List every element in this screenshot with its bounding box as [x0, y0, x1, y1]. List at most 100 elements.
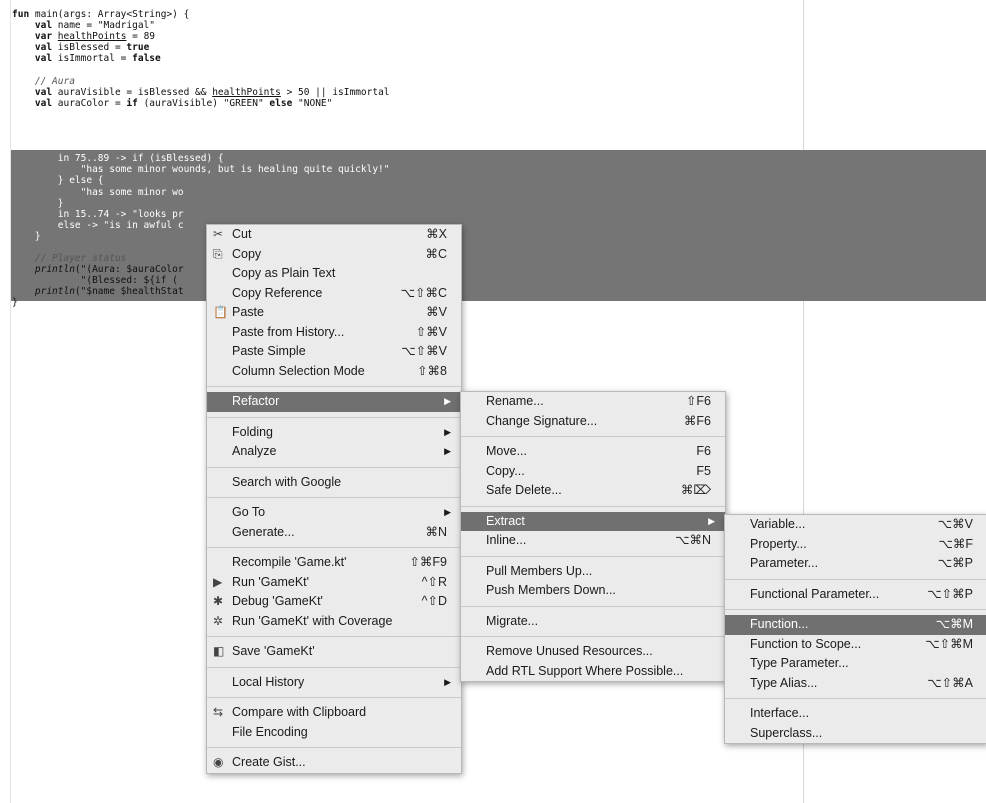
menu-item-cut[interactable]: ✂ Cut ⌘X	[207, 225, 461, 245]
menu-item-migrate[interactable]: Migrate...	[461, 612, 725, 632]
menu-item-column-selection-mode[interactable]: Column Selection Mode ⇧⌘8	[207, 362, 461, 382]
code-line[interactable]	[12, 64, 390, 75]
menu-item-safe-delete[interactable]: Safe Delete... ⌘⌦	[461, 481, 725, 501]
menu-item-label: Create Gist...	[232, 755, 306, 769]
code-token: val	[12, 97, 53, 109]
menu-item-extract[interactable]: Extract ▶	[461, 511, 725, 531]
code-token: "NONE"	[292, 97, 333, 109]
menu-item-generate[interactable]: Generate... ⌘N	[207, 523, 461, 543]
code-token: in 15..74 -> "looks pr	[12, 208, 184, 220]
menu-item-type-alias[interactable]: Type Alias... ⌥⇧⌘A	[725, 674, 986, 694]
menu-item-debug[interactable]: ✱ Debug 'GameKt' ^⇧D	[207, 592, 461, 612]
menu-item-shortcut: ⌥⌘F	[938, 536, 973, 551]
code-token: true	[126, 42, 150, 54]
menu-item-label: Property...	[750, 536, 807, 551]
code-line[interactable]: // Aura	[12, 76, 390, 87]
menu-item-remove-unused-resources[interactable]: Remove Unused Resources...	[461, 642, 725, 662]
menu-item-refactor[interactable]: Refactor ▶	[207, 392, 461, 412]
code-line[interactable]: "has some minor wounds, but is healing q…	[12, 164, 390, 175]
menu-item-save[interactable]: ◧ Save 'GameKt'	[207, 642, 461, 662]
menu-item-copy-reference[interactable]: Copy Reference ⌥⇧⌘C	[207, 284, 461, 304]
menu-item-shortcut: ⌥⇧⌘P	[927, 586, 973, 601]
code-line[interactable]: var healthPoints = 89	[12, 31, 390, 42]
menu-item-run[interactable]: ▶ Run 'GameKt' ^⇧R	[207, 573, 461, 593]
menu-item-push-members-down[interactable]: Push Members Down...	[461, 581, 725, 601]
code-token: val	[12, 53, 53, 65]
code-token: healthPoints	[212, 86, 281, 98]
menu-item-functional-parameter[interactable]: Functional Parameter... ⌥⇧⌘P	[725, 585, 986, 605]
menu-item-function[interactable]: Function... ⌥⌘M	[725, 615, 986, 635]
code-token: = 89	[126, 31, 156, 43]
code-line[interactable]	[12, 109, 390, 120]
menu-separator	[461, 436, 725, 437]
menu-item-move[interactable]: Move... F6	[461, 442, 725, 462]
menu-item-label: Generate...	[232, 524, 295, 539]
menu-item-label: Functional Parameter...	[750, 586, 880, 601]
menu-item-run-with-coverage[interactable]: ✲ Run 'GameKt' with Coverage	[207, 612, 461, 632]
menu-item-shortcut: ⌥⌘N	[675, 533, 711, 547]
menu-item-variable[interactable]: Variable... ⌥⌘V	[725, 515, 986, 535]
menu-separator	[207, 697, 461, 698]
menu-item-change-signature[interactable]: Change Signature... ⌘F6	[461, 412, 725, 432]
menu-item-copy[interactable]: ⎘ Copy ⌘C	[207, 245, 461, 265]
code-line[interactable]: val auraVisible = isBlessed && healthPoi…	[12, 87, 390, 98]
menu-separator	[207, 466, 461, 468]
menu-item-function-to-scope[interactable]: Function to Scope... ⌥⇧⌘M	[725, 635, 986, 655]
menu-item-label: Debug 'GameKt'	[232, 594, 323, 608]
save-icon: ◧	[213, 644, 225, 658]
code-line[interactable]: val isBlessed = true	[12, 42, 390, 53]
menu-item-file-encoding[interactable]: File Encoding	[207, 723, 461, 743]
code-token: // Player status	[12, 253, 127, 265]
menu-item-paste-simple[interactable]: Paste Simple ⌥⇧⌘V	[207, 342, 461, 362]
submenu-arrow-icon: ▶	[444, 507, 451, 517]
menu-item-label: Copy Reference	[232, 285, 323, 300]
menu-item-search-with-google[interactable]: Search with Google	[207, 473, 461, 493]
code-line[interactable]: in 75..89 -> if (isBlessed) {	[12, 153, 390, 164]
code-line[interactable]: }	[12, 198, 390, 209]
menu-item-label: Go To	[232, 505, 266, 519]
menu-item-go-to[interactable]: Go To ▶	[207, 503, 461, 523]
menu-item-analyze[interactable]: Analyze ▶	[207, 442, 461, 462]
run-with-coverage-icon: ✲	[213, 613, 224, 628]
code-token: name = "Madrigal"	[52, 20, 155, 32]
menu-item-copy-as-plain-text[interactable]: Copy as Plain Text	[207, 264, 461, 284]
code-line[interactable]: in 15..74 -> "looks pr	[12, 209, 390, 220]
menu-item-label: File Encoding	[232, 724, 308, 739]
compare-with-clipboard-icon: ⇆	[213, 705, 224, 719]
menu-item-local-history[interactable]: Local History ▶	[207, 673, 461, 693]
menu-item-rename[interactable]: Rename... ⇧F6	[461, 392, 725, 412]
menu-item-shortcut: ⌘X	[426, 227, 447, 241]
code-token: fun	[12, 9, 30, 20]
menu-item-type-parameter[interactable]: Type Parameter...	[725, 654, 986, 674]
menu-item-compare-with-clipboard[interactable]: ⇆ Compare with Clipboard	[207, 703, 461, 723]
code-line[interactable]: 100 -> "is in excellent condition!"	[12, 131, 390, 142]
menu-item-label: Type Parameter...	[750, 656, 849, 670]
menu-item-paste-from-history[interactable]: Paste from History... ⇧⌘V	[207, 323, 461, 343]
submenu-arrow-icon: ▶	[444, 396, 451, 406]
menu-item-parameter[interactable]: Parameter... ⌥⌘P	[725, 554, 986, 574]
code-line[interactable]: } else {	[12, 175, 390, 186]
menu-item-add-rtl-support[interactable]: Add RTL Support Where Possible...	[461, 662, 725, 682]
menu-item-paste[interactable]: 📋 Paste ⌘V	[207, 303, 461, 323]
menu-item-superclass[interactable]: Superclass...	[725, 724, 986, 744]
menu-item-create-gist[interactable]: ◉ Create Gist...	[207, 753, 461, 773]
menu-item-inline[interactable]: Inline... ⌥⌘N	[461, 531, 725, 551]
menu-item-label: Move...	[486, 444, 527, 458]
code-line[interactable]: fun main(args: Array<String>) {	[12, 9, 390, 20]
code-line[interactable]: val auraColor = if (auraVisible) "GREEN"…	[12, 98, 390, 109]
code-line[interactable]: val isImmortal = false	[12, 53, 390, 64]
code-line[interactable]: val healthStatus = when (healthPoints) {	[12, 120, 390, 131]
code-line[interactable]: in 90..99 -> "has a few scratches."	[12, 142, 390, 153]
code-line[interactable]: val name = "Madrigal"	[12, 20, 390, 31]
code-token: "(Blessed: ${if (	[12, 275, 178, 287]
menu-item-folding[interactable]: Folding ▶	[207, 423, 461, 443]
paste-icon: 📋	[213, 305, 228, 319]
menu-item-shortcut: ⌘F6	[683, 413, 711, 428]
menu-item-recompile[interactable]: Recompile 'Game.kt' ⇧⌘F9	[207, 553, 461, 573]
menu-item-pull-members-up[interactable]: Pull Members Up...	[461, 562, 725, 582]
menu-item-copy[interactable]: Copy... F5	[461, 462, 725, 482]
menu-item-interface[interactable]: Interface...	[725, 704, 986, 724]
menu-item-label: Extract	[486, 513, 525, 528]
menu-item-property[interactable]: Property... ⌥⌘F	[725, 535, 986, 555]
code-line[interactable]: "has some minor wo	[12, 187, 390, 198]
